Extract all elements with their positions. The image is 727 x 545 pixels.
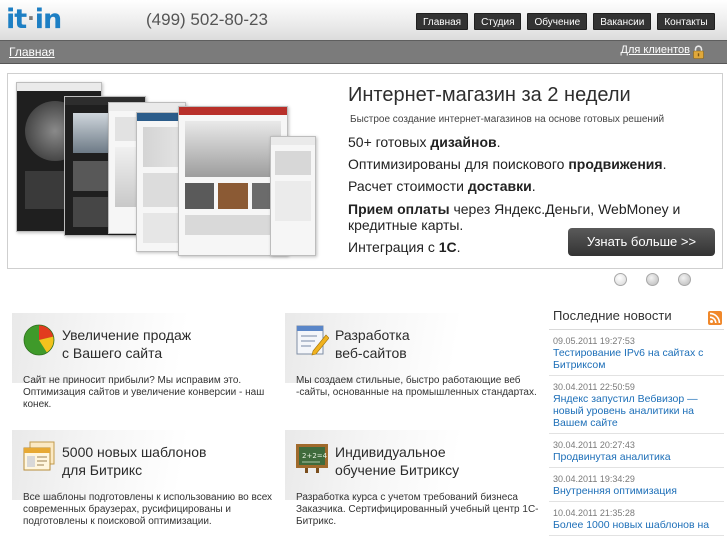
templates-icon: [23, 441, 55, 471]
logo-text-in: in: [34, 4, 63, 35]
news-date: 10.04.2011 21:35:28: [553, 508, 635, 518]
clients-link[interactable]: Для клиентов: [621, 44, 690, 56]
slider-pagination: [614, 273, 691, 286]
feature-title: 5000 новых шаблонов для Битрикс: [62, 444, 207, 478]
feature-bitrix-training[interactable]: 2+2=4 Индивидуальное обучение Битриксу Р…: [285, 430, 545, 540]
nav-contacts[interactable]: Контакты: [657, 13, 715, 30]
banner-title: Интернет-магазин за 2 недели: [348, 84, 631, 106]
breadcrumb-home-link[interactable]: Главная: [9, 45, 55, 59]
logo-dot: ·: [27, 6, 35, 30]
latest-news: Последние новости 09.05.2011 19:27:53 Те…: [549, 306, 724, 536]
news-link[interactable]: Яндекс запустил Вебвизор — новый уровень…: [553, 393, 724, 429]
nav-home[interactable]: Главная: [416, 13, 469, 30]
feature-sales-growth[interactable]: Увеличение продаж с Вашего сайта Сайт не…: [12, 313, 272, 423]
banner-feature-seo: Оптимизированы для поискового продвижени…: [348, 156, 667, 172]
feature-description: Все шаблоны подготовлены к использованию…: [23, 492, 273, 527]
banner-feature-designs: 50+ готовых дизайнов.: [348, 134, 501, 150]
banner-feature-1c: Интеграция с 1С.: [348, 239, 461, 255]
lock-icon[interactable]: [692, 45, 705, 59]
edit-window-icon: [296, 325, 329, 356]
nav-vacancies[interactable]: Вакансии: [593, 13, 652, 30]
news-item: 30.04.2011 19:34:29 Внутренняя оптимизац…: [549, 468, 724, 502]
news-link[interactable]: Продвинутая аналитика: [553, 451, 724, 463]
feature-description: Разработка курса с учетом требований биз…: [296, 492, 539, 527]
feature-bitrix-templates[interactable]: 5000 новых шаблонов для Битрикс Все шабл…: [12, 430, 272, 540]
nav-training[interactable]: Обучение: [527, 13, 588, 30]
feature-title: Разработка веб-сайтов: [335, 327, 410, 361]
news-heading: Последние новости: [553, 308, 672, 323]
feature-web-development[interactable]: Разработка веб-сайтов Мы создаем стильны…: [285, 313, 545, 423]
feature-title: Увеличение продаж с Вашего сайта: [62, 327, 192, 361]
feature-description: Сайт не приносит прибыли? Мы исправим эт…: [23, 375, 265, 410]
banner-feature-payment: Прием оплаты через Яндекс.Деньги, WebMon…: [348, 201, 681, 217]
svg-text:2+2=4: 2+2=4: [302, 452, 328, 460]
slider-dot-2[interactable]: [646, 273, 659, 286]
feature-description: Мы создаем стильные, быстро работающие в…: [296, 375, 537, 398]
logo-text-it: it: [6, 4, 27, 35]
breadcrumb-bar: Главная Для клиентов: [0, 40, 727, 64]
news-date: 30.04.2011 22:50:59: [553, 382, 635, 392]
banner-feature-delivery: Расчет стоимости доставки.: [348, 178, 536, 194]
nav-studio[interactable]: Студия: [474, 13, 522, 30]
news-item: 30.04.2011 20:27:43 Продвинутая аналитик…: [549, 434, 724, 468]
news-link[interactable]: Внутренняя оптимизация: [553, 485, 724, 497]
slider-dot-3[interactable]: [678, 273, 691, 286]
news-item: 09.05.2011 19:27:53 Тестирование IPv6 на…: [549, 330, 724, 376]
rss-icon[interactable]: [708, 311, 722, 325]
news-item: 30.04.2011 22:50:59 Яндекс запустил Вебв…: [549, 376, 724, 434]
banner-subtitle: Быстрое создание интернет-магазинов на о…: [350, 114, 665, 125]
screenshot-side-page: [270, 136, 316, 256]
learn-more-button[interactable]: Узнать больше >>: [568, 228, 715, 256]
news-link[interactable]: Тестирование IPv6 на сайтах с Битриксом: [553, 347, 724, 371]
promo-banner: Интернет-магазин за 2 недели Быстрое соз…: [7, 73, 723, 269]
news-date: 30.04.2011 19:34:29: [553, 474, 635, 484]
news-date: 30.04.2011 20:27:43: [553, 440, 635, 450]
chalkboard-icon: 2+2=4: [296, 444, 328, 473]
site-logo[interactable]: it·in: [6, 4, 63, 35]
site-header: it·in (499) 502-80-23 Главная Студия Обу…: [0, 0, 727, 40]
top-navigation: Главная Студия Обучение Вакансии Контакт…: [416, 13, 715, 30]
phone-number: (499) 502-80-23: [146, 10, 268, 29]
banner-feature-payment-cont: кредитные карты.: [348, 217, 464, 233]
news-link[interactable]: Более 1000 новых шаблонов на: [553, 519, 724, 531]
feature-title: Индивидуальное обучение Битриксу: [335, 444, 460, 478]
news-date: 09.05.2011 19:27:53: [553, 336, 635, 346]
pie-chart-icon: [23, 324, 55, 356]
news-item: 10.04.2011 21:35:28 Более 1000 новых шаб…: [549, 502, 724, 536]
slider-dot-1[interactable]: [614, 273, 627, 286]
